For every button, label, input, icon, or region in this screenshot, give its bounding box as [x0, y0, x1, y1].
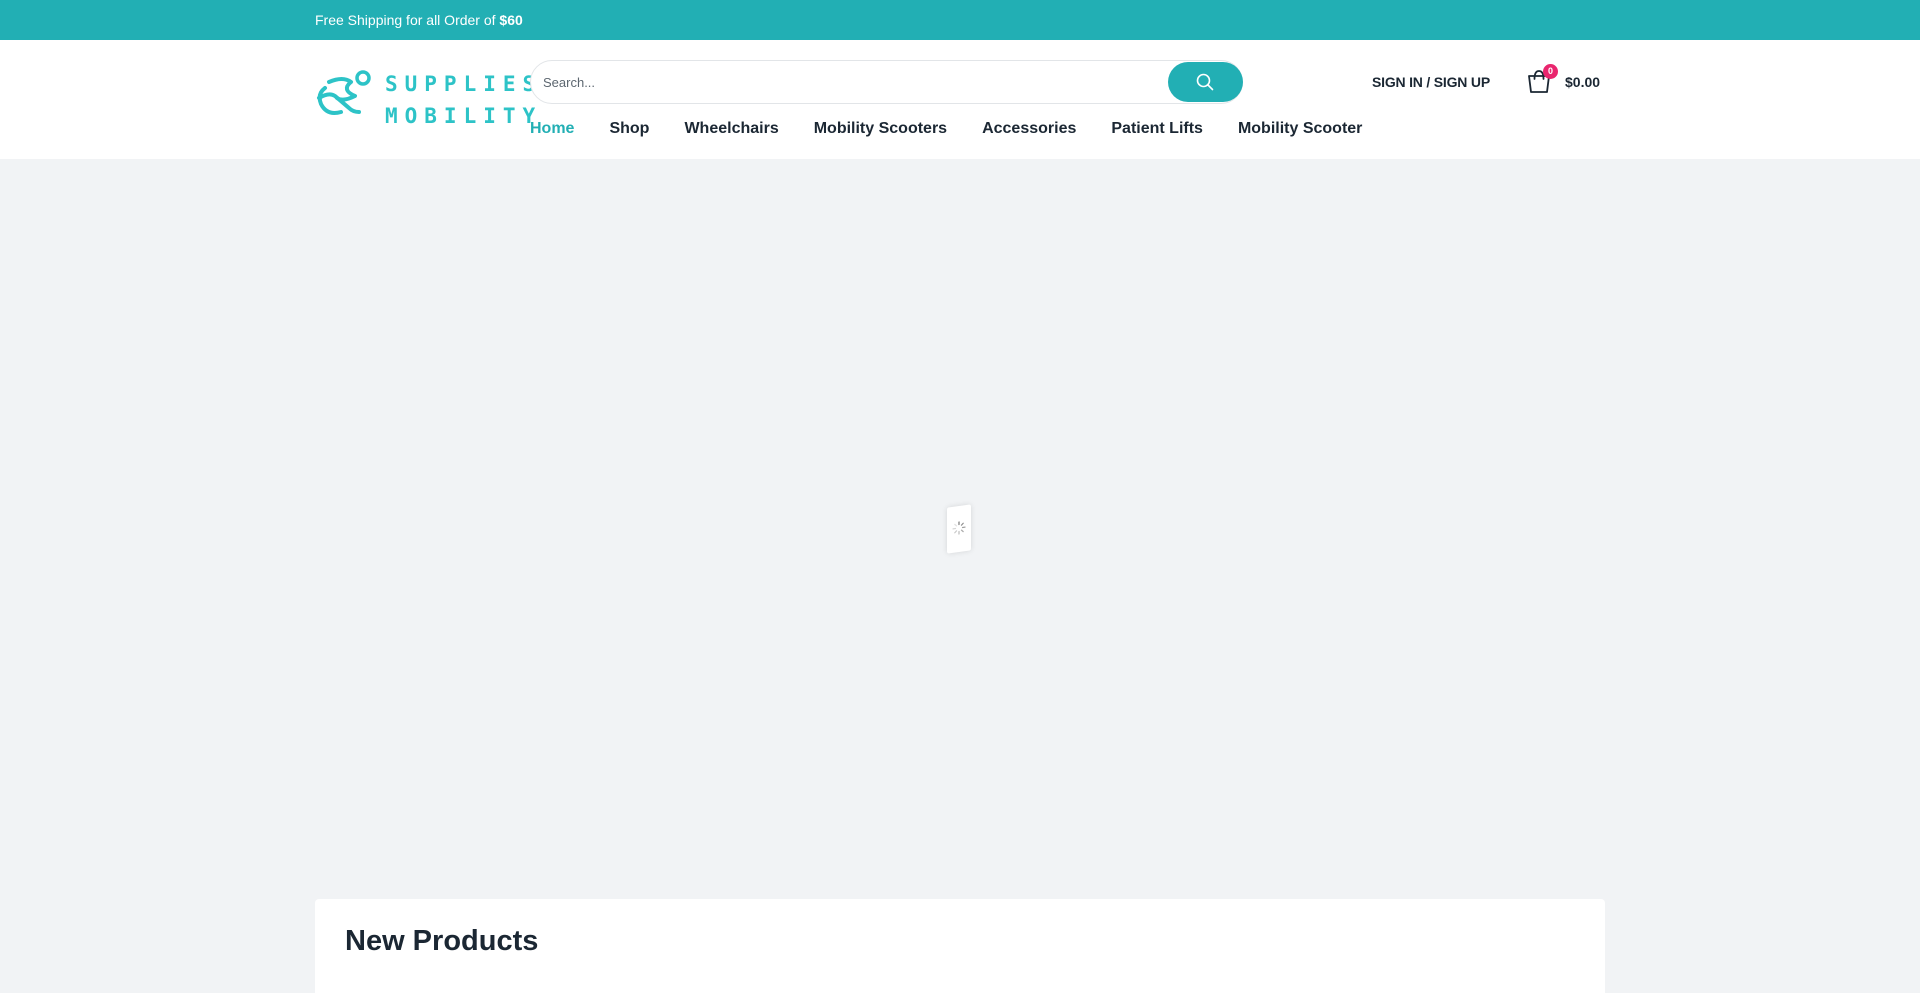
spinner-icon [952, 521, 966, 535]
cart-count-badge: 0 [1543, 64, 1558, 79]
nav-item-mobility-scooters[interactable]: Mobility Scooters [814, 120, 947, 138]
nav-item-patient-lifts[interactable]: Patient Lifts [1111, 120, 1203, 138]
search-icon [1196, 73, 1214, 91]
nav-item-home[interactable]: Home [530, 120, 574, 138]
search-input[interactable] [543, 61, 1163, 103]
promo-amount: $60 [499, 12, 523, 28]
nav-item-accessories[interactable]: Accessories [982, 120, 1076, 138]
loading-indicator [947, 504, 971, 554]
section-title: New Products [345, 925, 539, 957]
new-products-section: New Products [315, 899, 1605, 993]
site-header: SUPPLIES MOBILITY SIGN IN / SIGN UP 0 $0… [0, 40, 1920, 159]
nav-item-mobility-scooter[interactable]: Mobility Scooter [1238, 120, 1362, 138]
promo-text: Free Shipping for all Order of $60 [315, 12, 523, 28]
sign-in-link[interactable]: SIGN IN / SIGN UP [1372, 74, 1490, 90]
logo-line-2: MOBILITY [385, 104, 543, 128]
promo-bar: Free Shipping for all Order of $60 [0, 0, 1920, 40]
nav-item-wheelchairs[interactable]: Wheelchairs [684, 120, 778, 138]
search-button[interactable] [1168, 62, 1243, 102]
search-bar [530, 60, 1243, 104]
logo-wordmark: SUPPLIES MOBILITY [385, 68, 542, 132]
main-nav: Home Shop Wheelchairs Mobility Scooters … [530, 120, 1397, 138]
wheelchair-swirl-icon [317, 70, 371, 115]
nav-item-shop[interactable]: Shop [609, 120, 649, 138]
site-logo[interactable]: SUPPLIES MOBILITY [315, 68, 535, 128]
cart-total[interactable]: $0.00 [1565, 74, 1600, 90]
logo-line-1: SUPPLIES [385, 72, 543, 96]
